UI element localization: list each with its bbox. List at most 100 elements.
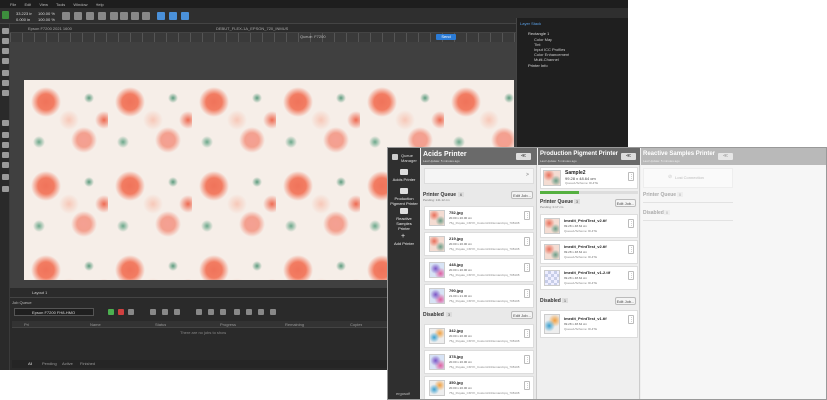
col-progress[interactable]: Progress	[220, 322, 236, 327]
layer-item[interactable]: Printer Info	[528, 63, 548, 68]
job-tool-6-icon[interactable]	[220, 309, 226, 315]
pointer-icon[interactable]	[2, 120, 9, 126]
pigment-collapse-button[interactable]: ≪	[621, 153, 636, 160]
crop-icon[interactable]	[110, 12, 118, 20]
more-icon[interactable]: ⋮	[524, 263, 530, 272]
acids-job-card[interactable]: 752.jpg 20.00 x 20.00 cm 75g_Royale_CMYK…	[424, 206, 534, 230]
acids-job-card[interactable]: 219.jpg 20.00 x 20.00 cm 75g_Royale_CMYK…	[424, 232, 534, 256]
reactive-collapse-button[interactable]: ≪	[718, 153, 733, 160]
info-icon[interactable]	[2, 186, 9, 192]
more-icon[interactable]: ⋮	[628, 271, 634, 280]
view-1-icon[interactable]	[157, 12, 165, 20]
play-icon[interactable]	[108, 309, 114, 315]
layer-tab[interactable]: Layout 1	[32, 290, 47, 295]
view-2-icon[interactable]	[169, 12, 177, 20]
more-icon[interactable]: ⋮	[628, 315, 634, 324]
menu-icon[interactable]	[392, 154, 398, 160]
text-icon[interactable]	[2, 162, 9, 168]
menu-edit[interactable]: Edit	[24, 2, 31, 7]
more-icon[interactable]: ⋮	[524, 329, 530, 338]
print-icon[interactable]	[120, 12, 128, 20]
zoom-y[interactable]: 100.00 %	[38, 17, 55, 22]
acids-disabled-edit-button[interactable]: Edit Job...	[511, 311, 533, 319]
sidebar-item-pigment[interactable]: Production Pigment Printer	[388, 188, 420, 208]
job-tab-active[interactable]: Active	[62, 361, 73, 366]
fit-icon[interactable]	[62, 12, 70, 20]
send-button[interactable]: Send	[436, 34, 456, 40]
more-icon[interactable]: ⋮	[524, 355, 530, 364]
acids-job-card[interactable]: 448.jpg 20.00 x 20.00 cm 75g_Royale_CMYK…	[424, 258, 534, 282]
layer-item[interactable]: Rectangle 1	[528, 31, 549, 36]
col-name[interactable]: Name	[90, 322, 101, 327]
menu-tools[interactable]: Tools	[56, 2, 65, 7]
job-tool-5-icon[interactable]	[208, 309, 214, 315]
job-tool-2-icon[interactable]	[162, 309, 168, 315]
doc-tab-2[interactable]: DEBUT_FLEX-1A_EPSON_720_INMUS	[216, 26, 288, 31]
palette-icon[interactable]	[2, 174, 9, 180]
sidebar-item-add-printer[interactable]: + Add Printer	[388, 233, 420, 248]
menu-window[interactable]: Window	[73, 2, 87, 7]
job-tab-finished[interactable]: Finished	[80, 361, 95, 366]
rotate-icon[interactable]	[86, 12, 94, 20]
drop-icon[interactable]	[142, 12, 150, 20]
menu-help[interactable]: Help	[96, 2, 104, 7]
sidebar-item-reactive[interactable]: Reactive Samples Printer	[388, 208, 420, 231]
stop-icon[interactable]	[128, 309, 134, 315]
doc-tab-1[interactable]: Epson F7200 2021 1600	[28, 26, 72, 31]
col-copies[interactable]: Copies	[350, 322, 362, 327]
menu-view[interactable]: View	[39, 2, 48, 7]
pigment-job-card[interactable]: Imedit_PrintTest_v2.tif 99.28 x 48.64 cm…	[540, 240, 638, 264]
menu-file[interactable]: File	[10, 2, 16, 7]
acids-disabled-card[interactable]: 342.jpg 20.00 x 20.00 cm 75g_Royale_CMYK…	[424, 324, 534, 348]
view-3-icon[interactable]	[181, 12, 189, 20]
col-status[interactable]: Status	[155, 322, 166, 327]
paste-icon[interactable]	[2, 90, 9, 96]
job-tool-4-icon[interactable]	[196, 309, 202, 315]
pause-icon[interactable]	[118, 309, 124, 315]
zoom-x[interactable]: 100.00 %	[38, 11, 55, 16]
acids-collapse-button[interactable]: ≪	[516, 153, 531, 160]
move-icon[interactable]	[74, 12, 82, 20]
pigment-disabled-card[interactable]: Imedit_PrintTest_v1.tif 99.28 x 48.64 cm…	[540, 310, 638, 338]
job-tab-pending[interactable]: Pending	[42, 361, 57, 366]
hand-icon[interactable]	[2, 142, 9, 148]
settings-icon[interactable]	[270, 309, 276, 315]
more-icon[interactable]: ⋮	[524, 211, 530, 220]
acids-disabled-card[interactable]: 378.jpg 20.00 x 20.00 cm 75g_Royale_CMYK…	[424, 350, 534, 374]
more-icon[interactable]: ⋮	[628, 245, 634, 254]
chevron-right-icon[interactable]: >	[526, 172, 529, 178]
color-icon[interactable]	[131, 12, 139, 20]
more-icon[interactable]: ⋮	[524, 289, 530, 298]
open-icon[interactable]	[2, 38, 9, 44]
col-pri[interactable]: Pri	[24, 322, 29, 327]
more-icon[interactable]: ⋮	[524, 381, 530, 390]
layers-icon[interactable]	[2, 58, 9, 64]
pigment-job-card[interactable]: Imedit_PrintTest_v2.tif 99.28 x 48.64 cm…	[540, 214, 638, 238]
job-tool-8-icon[interactable]	[246, 309, 252, 315]
more-icon[interactable]: ⋮	[628, 219, 634, 228]
new-icon[interactable]	[2, 28, 9, 34]
job-tool-3-icon[interactable]	[174, 309, 180, 315]
acids-edit-button[interactable]: Edit Job...	[511, 191, 533, 199]
flip-icon[interactable]	[98, 12, 106, 20]
pigment-job-card[interactable]: Imedit_PrintTest_v1-2.tif 99.28 x 48.64 …	[540, 266, 638, 290]
col-remaining[interactable]: Remaining	[285, 322, 304, 327]
acids-disabled-card[interactable]: 350.jpg 20.00 x 20.00 cm 75g_Royale_CMYK…	[424, 376, 534, 399]
pigment-edit-button[interactable]: Edit Job...	[615, 199, 636, 207]
cut-icon[interactable]	[2, 70, 9, 76]
pigment-current-job[interactable]: Sample2 99.28 x 48.64 cm Queue1/Scheme: …	[540, 167, 638, 189]
pigment-disabled-edit-button[interactable]: Edit Job...	[615, 297, 636, 305]
job-tool-7-icon[interactable]	[234, 309, 240, 315]
more-icon[interactable]: ⋮	[628, 172, 634, 181]
copy-icon[interactable]	[2, 80, 9, 86]
select-icon[interactable]	[2, 132, 9, 138]
job-tool-9-icon[interactable]	[258, 309, 264, 315]
save-icon[interactable]	[2, 48, 9, 54]
grid-icon[interactable]	[2, 152, 9, 158]
layer-item[interactable]: Multi-Channel	[534, 57, 559, 62]
more-icon[interactable]: ⋮	[524, 237, 530, 246]
acids-job-card[interactable]: 790.jpg 21.00 x 21.00 cm 75g_Royale_CMYK…	[424, 284, 534, 308]
sidebar-item-acids[interactable]: Acids Printer	[388, 168, 420, 186]
job-tab-all[interactable]: All	[28, 361, 32, 366]
job-tool-1-icon[interactable]	[150, 309, 156, 315]
